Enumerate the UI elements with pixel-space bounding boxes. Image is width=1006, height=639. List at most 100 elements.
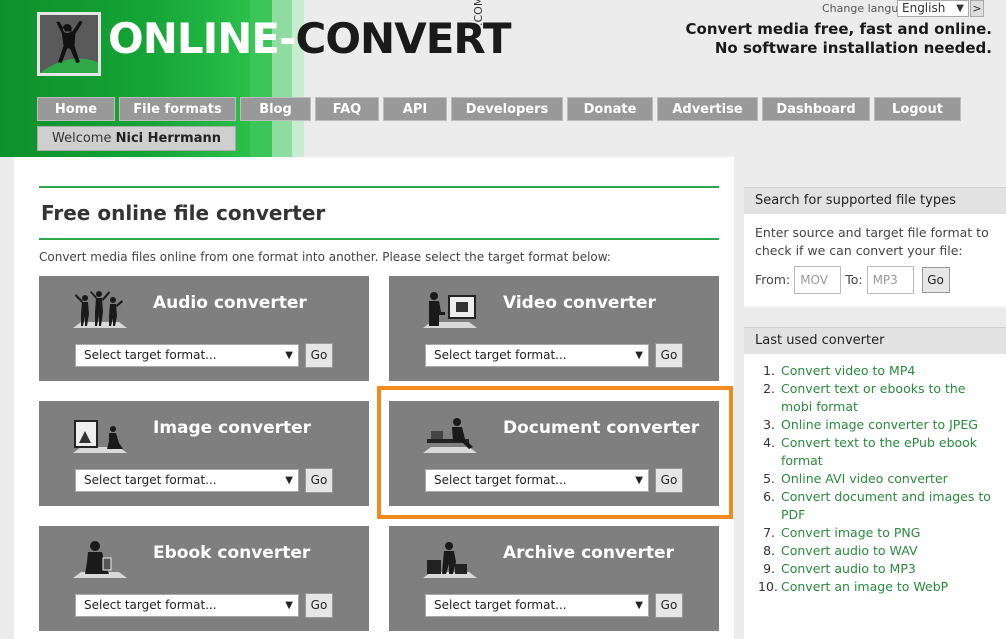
list-item: 1. Convert video to MP4	[758, 362, 996, 380]
converter-link[interactable]: Convert image to PNG	[781, 524, 920, 542]
card-title: Audio converter	[153, 293, 307, 313]
logo-figure-icon[interactable]	[37, 12, 101, 76]
dropdown-arrow-icon: ▼	[956, 3, 964, 14]
list-item: 6. Convert document and images to PDF	[758, 488, 996, 524]
select-placeholder: Select target format...	[434, 348, 567, 362]
go-button[interactable]: Go	[655, 593, 683, 618]
card-title: Archive converter	[503, 543, 674, 563]
target-format-select[interactable]: Select target format... ▼	[425, 594, 649, 617]
tagline-line-2: No software installation needed.	[714, 39, 992, 57]
audio-people-icon	[73, 291, 127, 328]
language-selected: English	[902, 1, 946, 15]
last-used-heading: Last used converter	[744, 327, 1006, 354]
title-rule-bottom	[39, 238, 719, 240]
nav-blog[interactable]: Blog	[240, 97, 311, 121]
image-icon	[73, 420, 127, 453]
list-number: 1.	[763, 363, 775, 378]
converter-link[interactable]: Online image converter to JPEG	[781, 416, 978, 434]
to-label: To:	[845, 272, 863, 287]
go-button[interactable]: Go	[305, 468, 333, 493]
archive-icon	[423, 542, 477, 578]
logo-wordmark[interactable]: ONLINE-CONVERT	[108, 14, 512, 63]
format-search-row: From: MOV To: MP3 Go	[755, 266, 995, 294]
from-label: From:	[755, 272, 791, 287]
list-item: 7. Convert image to PNG	[758, 524, 996, 542]
language-go-button[interactable]: >	[970, 0, 984, 17]
dropdown-arrow-icon: ▼	[635, 600, 643, 611]
converter-link[interactable]: Convert video to MP4	[781, 362, 915, 380]
page-title: Free online file converter	[41, 201, 326, 225]
image-converter-card: Image converter Select target format... …	[39, 401, 369, 506]
select-placeholder: Select target format...	[84, 598, 217, 612]
list-item: 10. Convert an image to WebP	[758, 578, 996, 596]
converter-link[interactable]: Convert audio to WAV	[781, 542, 918, 560]
card-title: Ebook converter	[153, 543, 311, 563]
go-button[interactable]: Go	[305, 343, 333, 368]
select-placeholder: Select target format...	[84, 348, 217, 362]
site-header: ONLINE-CONVERT .COM Change language: Eng…	[0, 0, 1006, 157]
nav-api[interactable]: API	[383, 97, 447, 121]
nav-advertise[interactable]: Advertise	[657, 97, 758, 121]
nav-donate[interactable]: Donate	[567, 97, 653, 121]
select-placeholder: Select target format...	[84, 473, 217, 487]
go-button[interactable]: Go	[655, 343, 683, 368]
card-title: Image converter	[153, 418, 312, 438]
nav-dashboard[interactable]: Dashboard	[762, 97, 870, 121]
list-item: 5. Online AVI video converter	[758, 470, 996, 488]
to-format-input[interactable]: MP3	[866, 266, 914, 294]
dropdown-arrow-icon: ▼	[285, 475, 293, 486]
target-format-select[interactable]: Select target format... ▼	[75, 469, 299, 492]
last-used-list: 1. Convert video to MP4 2. Convert text or…	[744, 354, 1006, 596]
logo-part-online: ONLINE-	[108, 14, 297, 63]
list-number: 9.	[763, 561, 775, 576]
search-box-text: Enter source and target file format to c…	[755, 225, 989, 258]
title-rule-top	[39, 186, 719, 188]
converter-link[interactable]: Convert text or ebooks to the mobi forma…	[781, 380, 996, 416]
language-select[interactable]: English ▼	[897, 0, 969, 17]
nav-file-formats[interactable]: File formats	[119, 97, 236, 121]
target-format-select[interactable]: Select target format... ▼	[75, 344, 299, 367]
welcome-user[interactable]: Welcome Nici Herrmann	[37, 126, 236, 151]
select-placeholder: Select target format...	[434, 598, 567, 612]
archive-converter-card: Archive converter Select target format..…	[389, 526, 719, 631]
nav-home[interactable]: Home	[37, 97, 115, 121]
nav-logout[interactable]: Logout	[874, 97, 961, 121]
welcome-prefix: Welcome	[52, 131, 112, 146]
tagline-line-1: Convert media free, fast and online.	[685, 20, 993, 38]
nav-developers[interactable]: Developers	[451, 97, 563, 121]
list-number: 10.	[758, 579, 778, 594]
target-format-select[interactable]: Select target format... ▼	[425, 344, 649, 367]
search-file-types-box: Search for supported file types Enter so…	[744, 187, 1006, 307]
audio-converter-card: Audio converter Select target format... …	[39, 276, 369, 381]
dropdown-arrow-icon: ▼	[285, 600, 293, 611]
last-used-converter-box: Last used converter 1. Convert video to M…	[744, 327, 1006, 639]
converter-link[interactable]: Convert an image to WebP	[781, 578, 948, 596]
video-icon	[423, 292, 477, 328]
go-button[interactable]: Go	[305, 593, 333, 618]
dropdown-arrow-icon: ▼	[285, 350, 293, 361]
list-item: 3. Online image converter to JPEG	[758, 416, 996, 434]
list-number: 4.	[763, 435, 775, 450]
search-box-heading: Search for supported file types	[744, 187, 1006, 214]
logo-suffix: .COM	[472, 0, 485, 26]
ebook-icon	[73, 541, 127, 578]
converter-link[interactable]: Convert document and images to PDF	[781, 488, 996, 524]
main-nav: Home File formats Blog FAQ API Developer…	[37, 97, 961, 121]
side-body: Enter source and target file format to c…	[744, 214, 1006, 304]
target-format-select[interactable]: Select target format... ▼	[75, 594, 299, 617]
welcome-username: Nici Herrmann	[115, 131, 221, 146]
list-number: 3.	[763, 417, 775, 432]
list-item: 9. Convert audio to MP3	[758, 560, 996, 578]
video-converter-card: Video converter Select target format... …	[389, 276, 719, 381]
list-item: 4. Convert text to the ePub ebook format	[758, 434, 996, 470]
from-format-input[interactable]: MOV	[794, 266, 842, 294]
search-go-button[interactable]: Go	[921, 267, 950, 293]
converter-link[interactable]: Convert text to the ePub ebook format	[781, 434, 996, 470]
tagline: Convert media free, fast and online. No …	[686, 20, 993, 58]
converter-link[interactable]: Online AVI video converter	[781, 470, 948, 488]
ebook-converter-card: Ebook converter Select target format... …	[39, 526, 369, 631]
nav-faq[interactable]: FAQ	[315, 97, 379, 121]
dropdown-arrow-icon: ▼	[635, 350, 643, 361]
converter-link[interactable]: Convert audio to MP3	[781, 560, 916, 578]
highlight-box	[377, 386, 733, 519]
